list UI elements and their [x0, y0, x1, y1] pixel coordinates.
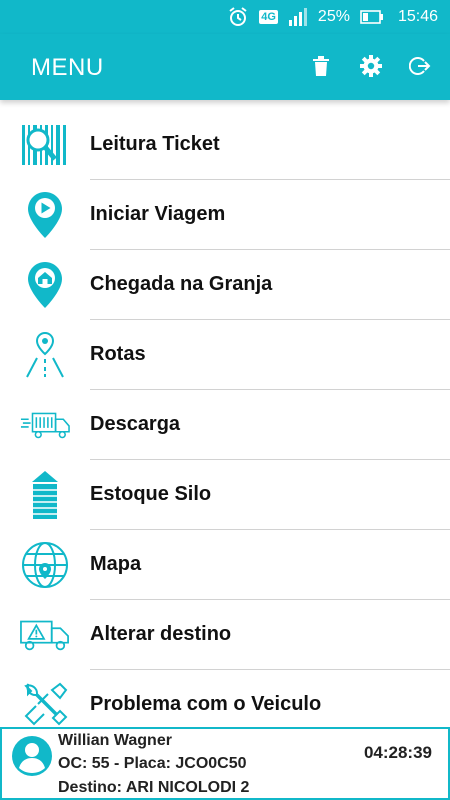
menu-item-label: Mapa [90, 553, 142, 575]
menu-item-label: Descarga [90, 413, 181, 435]
clock: 15:46 [397, 8, 438, 25]
menu-item-label: Rotas [90, 343, 146, 365]
map-pin-play-icon [20, 192, 70, 238]
menu-item-label: Iniciar Viagem [90, 203, 226, 225]
driver-name: Willian Wagner [58, 732, 172, 749]
menu-item-iniciar-viagem[interactable]: Iniciar Viagem [0, 180, 450, 250]
logout-button[interactable] [405, 51, 435, 81]
menu-item-label: Alterar destino [90, 623, 232, 645]
silo-icon [20, 471, 70, 519]
signal-icon [288, 8, 308, 26]
app-bar: MENU [0, 34, 450, 100]
page-title: MENU [31, 54, 104, 81]
delete-button[interactable] [306, 51, 336, 81]
truck-unload-icon [20, 402, 70, 448]
route-icon [20, 332, 70, 378]
trip-timer: 04:28:39 [363, 743, 432, 762]
menu-item-alterar-destino[interactable]: Alterar destino [0, 600, 450, 670]
battery-icon [360, 9, 384, 25]
battery-level: 25% [317, 8, 350, 25]
barcode-search-icon [20, 122, 70, 168]
destination-line: Destino: ARI NICOLODI 2 [58, 779, 250, 796]
driver-info-panel: Willian Wagner OC: 55 - Placa: JCO0C50 D… [0, 727, 450, 800]
truck-warning-icon [20, 612, 70, 658]
menu-item-descarga[interactable]: Descarga [0, 390, 450, 460]
menu-list: Leitura Ticket Iniciar Viagem Chegada na… [0, 110, 450, 740]
alarm-icon [227, 6, 249, 28]
status-bar: 4G 25% 15:46 [0, 0, 450, 34]
menu-item-estoque-silo[interactable]: Estoque Silo [0, 460, 450, 530]
menu-item-label: Leitura Ticket [90, 133, 220, 155]
globe-pin-icon [20, 542, 70, 588]
settings-button[interactable] [356, 51, 386, 81]
menu-item-rotas[interactable]: Rotas [0, 320, 450, 390]
menu-item-mapa[interactable]: Mapa [0, 530, 450, 600]
menu-item-chegada-granja[interactable]: Chegada na Granja [0, 250, 450, 320]
menu-item-label: Estoque Silo [90, 483, 212, 505]
menu-item-label: Problema com o Veiculo [90, 693, 322, 715]
gear-icon [360, 55, 382, 77]
oc-plate-line: OC: 55 - Placa: JCO0C50 [58, 755, 247, 772]
trash-icon [313, 56, 329, 76]
network-type-badge: 4G [259, 10, 278, 24]
wrench-icon [20, 682, 70, 728]
menu-item-label: Chegada na Granja [90, 273, 273, 295]
map-pin-home-icon [20, 262, 70, 308]
logout-icon [409, 57, 431, 75]
menu-item-leitura-ticket[interactable]: Leitura Ticket [0, 110, 450, 180]
avatar [10, 734, 54, 778]
